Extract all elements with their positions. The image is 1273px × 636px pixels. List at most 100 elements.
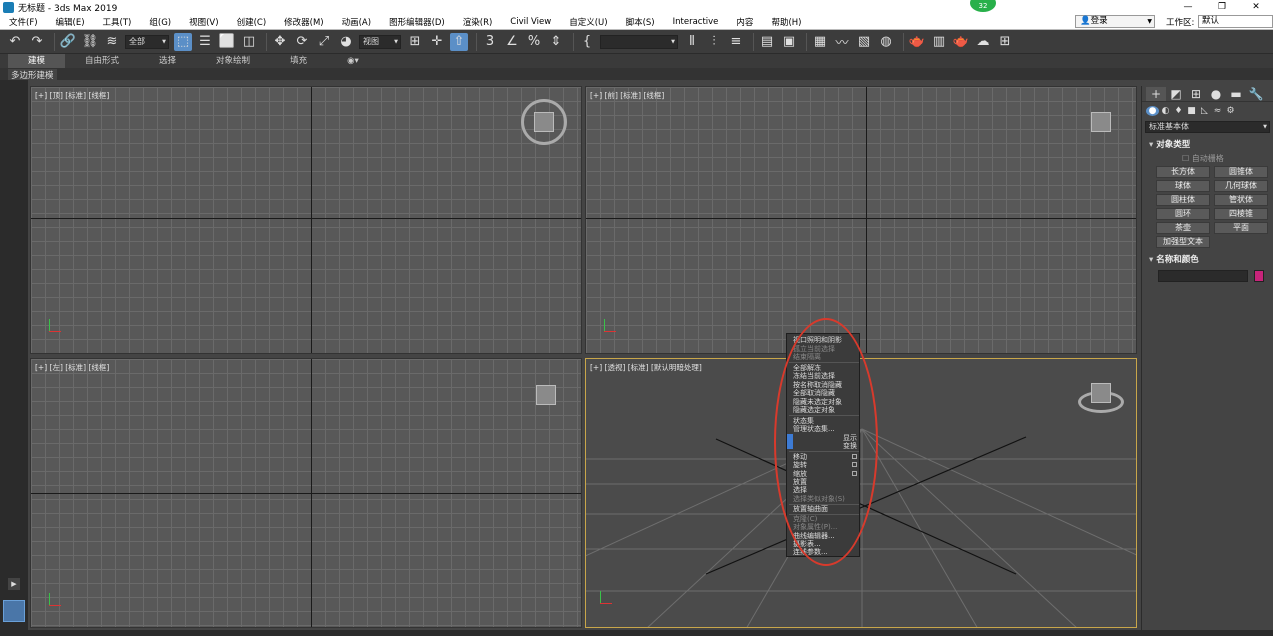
material-editor-icon[interactable]: ◍ — [877, 33, 895, 51]
cylinder-button[interactable]: 圆柱体 — [1156, 194, 1210, 206]
sphere-button[interactable]: 球体 — [1156, 180, 1210, 192]
viewcube[interactable] — [534, 112, 554, 132]
render-in-cloud-icon[interactable]: ☁ — [974, 33, 992, 51]
plane-button[interactable]: 平面 — [1214, 222, 1268, 234]
menu-item-hide-selection[interactable]: 隐藏选定对象 — [793, 406, 835, 414]
toggle-scene-explorer-icon[interactable]: ▤ — [758, 33, 776, 51]
mirror-icon[interactable]: ⫴ — [683, 33, 701, 51]
menu-item-place-pivot-surface[interactable]: 放置轴曲面 — [793, 505, 828, 513]
render-production-icon[interactable]: 🫖 — [952, 33, 970, 51]
object-color-swatch[interactable] — [1254, 270, 1264, 282]
snaps-toggle-icon[interactable]: 3 — [481, 33, 499, 51]
menu-tools[interactable]: 工具(T) — [94, 16, 141, 28]
menu-item-place[interactable]: 放置 — [793, 478, 807, 486]
select-by-name-icon[interactable]: ☰ — [196, 33, 214, 51]
menu-file[interactable]: 文件(F) — [0, 16, 47, 28]
tube-button[interactable]: 管状体 — [1214, 194, 1268, 206]
utilities-tab-icon[interactable]: 🔧 — [1246, 87, 1266, 101]
menu-item-isolate-selection[interactable]: 孤立当前选择 — [793, 345, 835, 353]
ribbon-toggle-icon[interactable]: ▦ — [811, 33, 829, 51]
place-icon[interactable]: ◕ — [337, 33, 355, 51]
viewport-label-left[interactable]: [+] [左] [标准] [线框] — [35, 362, 109, 373]
selection-filter-dropdown[interactable]: 全部 — [125, 34, 169, 49]
menu-item-freeze-selection[interactable]: 冻结当前选择 — [793, 372, 835, 380]
redo-icon[interactable]: ↷ — [28, 33, 46, 51]
keyboard-shortcut-override-icon[interactable]: ⇧ — [450, 32, 468, 51]
menu-item-wire-parameters[interactable]: 连线参数... — [793, 548, 828, 556]
login-dropdown[interactable]: 👤登录 — [1075, 15, 1155, 28]
window-crossing-icon[interactable]: ◫ — [240, 33, 258, 51]
bind-space-warp-icon[interactable]: ≋ — [103, 33, 121, 51]
menu-views[interactable]: 视图(V) — [180, 16, 227, 28]
create-tab-icon[interactable]: + — [1146, 86, 1166, 101]
ribbon-options-icon[interactable]: ◉▾ — [327, 54, 379, 68]
rotate-options-icon[interactable] — [852, 462, 857, 467]
menu-create[interactable]: 创建(C) — [228, 16, 276, 28]
menu-item-unhide-by-name[interactable]: 按名称取消隐藏 — [793, 381, 842, 389]
text-plus-button[interactable]: 加强型文本 — [1156, 236, 1210, 248]
scale-options-icon[interactable] — [852, 471, 857, 476]
undo-icon[interactable]: ↶ — [6, 33, 24, 51]
rotate-icon[interactable]: ⟳ — [293, 33, 311, 51]
menu-graph-editors[interactable]: 图形编辑器(D) — [380, 16, 454, 28]
edit-named-selection-icon[interactable]: { — [578, 33, 596, 51]
menu-scripting[interactable]: 脚本(S) — [617, 16, 664, 28]
viewport-top[interactable]: [+] [顶] [标准] [线框] — [30, 86, 582, 354]
menu-modifiers[interactable]: 修改器(M) — [275, 16, 332, 28]
lights-icon[interactable]: ♦ — [1172, 106, 1185, 116]
curve-editor-icon[interactable]: 〰 — [833, 33, 851, 51]
expand-arrow-icon[interactable]: ▶ — [8, 578, 20, 590]
viewport-label-perspective[interactable]: [+] [透视] [标准] [默认明暗处理] — [590, 362, 702, 373]
motion-tab-icon[interactable]: ● — [1206, 87, 1226, 101]
tab-populate[interactable]: 填充 — [270, 54, 327, 68]
workspace-select[interactable]: 默认 — [1198, 15, 1273, 28]
menu-item-state-sets[interactable]: 状态集 — [793, 417, 814, 425]
menu-civil-view[interactable]: Civil View — [501, 17, 560, 27]
menu-content[interactable]: 内容 — [727, 16, 762, 28]
helpers-icon[interactable]: ◺ — [1198, 106, 1211, 116]
a360-gallery-icon[interactable]: ⊞ — [996, 33, 1014, 51]
render-setup-icon[interactable]: 🫖 — [908, 33, 926, 51]
cone-button[interactable]: 圆锥体 — [1214, 166, 1268, 178]
object-category-dropdown[interactable]: 标准基本体 — [1145, 121, 1270, 133]
menu-item-hide-unselected[interactable]: 隐藏未选定对象 — [793, 398, 842, 406]
viewport-perspective[interactable]: [+] [透视] [标准] [默认明暗处理] — [585, 358, 1137, 628]
geosphere-button[interactable]: 几何球体 — [1214, 180, 1268, 192]
menu-item-clone[interactable]: 克隆(C) — [793, 515, 817, 523]
viewcube[interactable] — [1091, 112, 1111, 132]
unlink-icon[interactable]: ⛓ — [81, 33, 99, 51]
menu-rendering[interactable]: 渲染(R) — [454, 16, 502, 28]
percent-snap-icon[interactable]: % — [525, 33, 543, 51]
modify-tab-icon[interactable]: ◩ — [1166, 87, 1186, 101]
menu-item-select[interactable]: 选择 — [793, 486, 807, 494]
pivot-center-icon[interactable]: ⊞ — [406, 33, 424, 51]
menu-item-object-properties[interactable]: 对象属性(P)... — [793, 523, 837, 531]
menu-edit[interactable]: 编辑(E) — [47, 16, 94, 28]
named-selection-dropdown[interactable] — [600, 34, 678, 49]
select-object-icon[interactable]: ⬚ — [174, 32, 192, 51]
pyramid-button[interactable]: 四棱锥 — [1214, 208, 1268, 220]
torus-button[interactable]: 圆环 — [1156, 208, 1210, 220]
minimize-button[interactable]: — — [1171, 0, 1205, 14]
menu-item-unfreeze-all[interactable]: 全部解冻 — [793, 364, 821, 372]
layer-explorer-icon[interactable]: ≡ — [727, 33, 745, 51]
systems-icon[interactable]: ⚙ — [1224, 106, 1237, 116]
object-name-input[interactable] — [1158, 270, 1248, 282]
menu-item-manage-state-sets[interactable]: 管理状态集... — [793, 425, 835, 433]
tab-selection[interactable]: 选择 — [139, 54, 196, 68]
menu-customize[interactable]: 自定义(U) — [560, 16, 616, 28]
viewcube[interactable] — [536, 385, 556, 405]
space-warps-icon[interactable]: ≈ — [1211, 106, 1224, 116]
menu-interactive[interactable]: Interactive — [664, 17, 728, 27]
viewcube[interactable] — [1091, 383, 1111, 403]
notification-badge[interactable]: 32 — [970, 0, 996, 12]
object-type-rollout[interactable]: 对象类型 — [1145, 139, 1270, 151]
reference-coordinate-dropdown[interactable]: 视图 — [359, 34, 401, 49]
hierarchy-tab-icon[interactable]: ⊞ — [1186, 87, 1206, 101]
menu-item-select-similar[interactable]: 选择类似对象(S) — [793, 495, 845, 503]
move-icon[interactable]: ✥ — [271, 33, 289, 51]
select-manipulate-icon[interactable]: ✛ — [428, 33, 446, 51]
close-button[interactable]: ✕ — [1239, 0, 1273, 14]
viewport-label-front[interactable]: [+] [前] [标准] [线框] — [590, 90, 664, 101]
geometry-icon[interactable]: ● — [1146, 106, 1159, 116]
